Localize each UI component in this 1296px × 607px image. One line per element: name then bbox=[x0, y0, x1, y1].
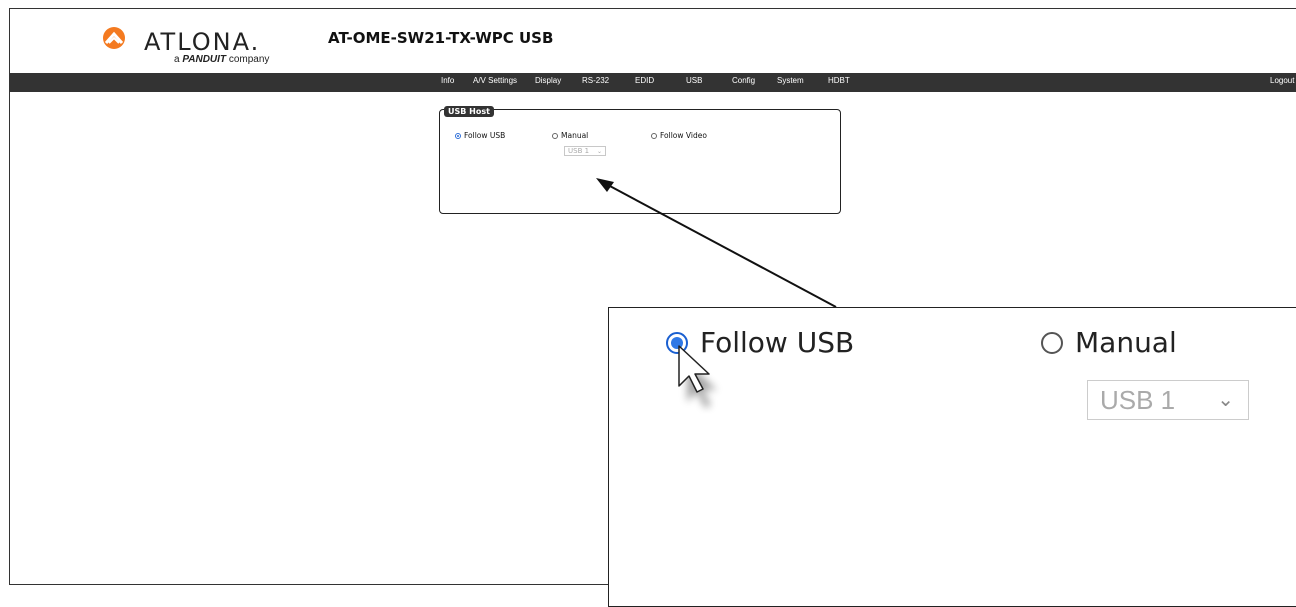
atlona-logo-icon bbox=[103, 27, 125, 49]
logout-link[interactable]: Logout bbox=[1270, 76, 1294, 85]
nav-item-rs232[interactable]: RS-232 bbox=[582, 76, 609, 85]
nav-bar: Info A/V Settings Display RS-232 EDID US… bbox=[10, 73, 1296, 92]
nav-item-hdbt[interactable]: HDBT bbox=[828, 76, 850, 85]
follow-usb-radio[interactable] bbox=[455, 132, 461, 139]
nav-item-config[interactable]: Config bbox=[732, 76, 755, 85]
page-title: AT-OME-SW21-TX-WPC USB bbox=[328, 29, 554, 47]
chevron-down-icon: ⌄ bbox=[596, 148, 602, 155]
usb-port-select[interactable]: USB 1 ⌄ bbox=[564, 146, 606, 156]
manual-radio[interactable] bbox=[552, 132, 558, 139]
brand-name: ATLONA. bbox=[144, 28, 261, 56]
nav-item-edid[interactable]: EDID bbox=[635, 76, 654, 85]
nav-item-display[interactable]: Display bbox=[535, 76, 561, 85]
follow-video-option[interactable]: Follow Video bbox=[651, 131, 707, 140]
usb-host-panel: USB Host Follow USB Manual Follow Video … bbox=[439, 106, 841, 214]
mouse-pointer-icon bbox=[678, 345, 717, 408]
page-header: ATLONA. a PANDUIT company AT-OME-SW21-TX… bbox=[10, 9, 1296, 72]
brand-tagline: a PANDUIT company bbox=[174, 54, 270, 65]
nav-item-av-settings[interactable]: A/V Settings bbox=[473, 76, 517, 85]
nav-item-system[interactable]: System bbox=[777, 76, 804, 85]
follow-usb-option[interactable]: Follow USB bbox=[455, 131, 505, 140]
zoom-usb-select: USB 1 ⌄ bbox=[1087, 380, 1249, 420]
atlona-logo: ATLONA. a PANDUIT company bbox=[98, 26, 278, 66]
nav-item-usb[interactable]: USB bbox=[686, 76, 702, 85]
manual-label: Manual bbox=[561, 131, 589, 140]
follow-video-label: Follow Video bbox=[660, 131, 707, 140]
follow-usb-label: Follow USB bbox=[464, 131, 506, 140]
follow-video-radio[interactable] bbox=[651, 132, 657, 139]
zoom-manual-label: Manual bbox=[1075, 326, 1177, 359]
manual-option[interactable]: Manual bbox=[552, 131, 588, 140]
zoom-manual-option: Manual bbox=[1041, 326, 1177, 359]
usb-host-legend: USB Host bbox=[444, 106, 494, 117]
zoom-callout: Follow USB Manual USB 1 ⌄ bbox=[608, 307, 1296, 607]
zoom-manual-radio bbox=[1041, 331, 1063, 354]
nav-item-info[interactable]: Info bbox=[441, 76, 454, 85]
zoom-chevron-down-icon: ⌄ bbox=[1217, 389, 1234, 411]
